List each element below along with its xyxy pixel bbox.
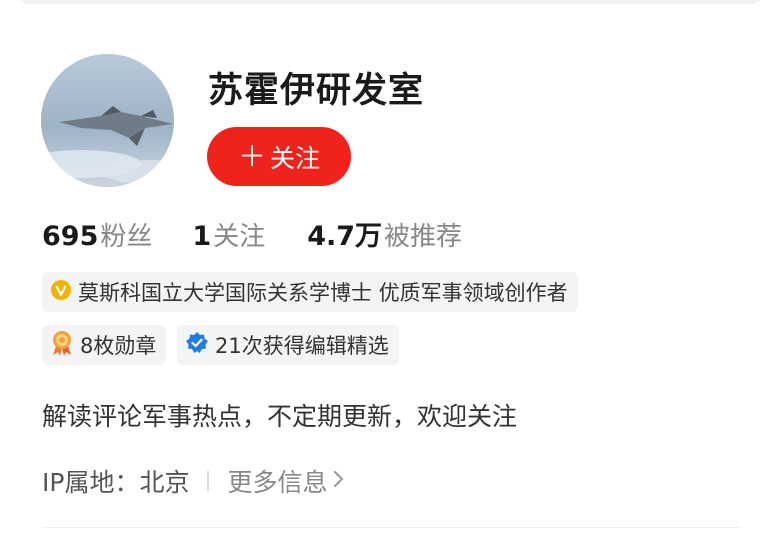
plus-icon: ＋ — [237, 140, 266, 172]
follow-label: 关注 — [270, 144, 321, 173]
stat-fans[interactable]: 695 粉丝 — [42, 216, 152, 253]
v-badge-icon — [50, 279, 72, 306]
featured-text: 21次获得编辑精选 — [215, 334, 389, 358]
bottom-divider — [42, 527, 740, 528]
profile-bio: 解读评论军事热点，不定期更新，欢迎关注 — [42, 402, 518, 431]
stat-fans-value: 695 — [42, 221, 99, 252]
verified-text: 莫斯科国立大学国际关系学博士 优质军事领域创作者 — [78, 281, 568, 305]
avatar[interactable] — [41, 54, 174, 187]
stat-following-label: 关注 — [213, 222, 266, 252]
ip-info-row: IP属地： 北京 更多信息 — [42, 463, 345, 499]
stats-row: 695 粉丝 1 关注 4.7万 被推荐 — [42, 214, 502, 253]
stat-following[interactable]: 1 关注 — [192, 216, 265, 253]
top-card-edge — [18, 0, 762, 4]
ip-label: IP属地： — [42, 468, 140, 497]
verified-badge[interactable]: 莫斯科国立大学国际关系学博士 优质军事领域创作者 — [42, 272, 578, 312]
follow-button[interactable]: ＋ 关注 — [207, 127, 351, 186]
page-title: 苏霍伊研发室 — [208, 71, 425, 111]
stat-recommended-label: 被推荐 — [384, 222, 463, 252]
stat-fans-label: 粉丝 — [100, 222, 153, 252]
stat-recommended[interactable]: 4.7万 被推荐 — [307, 214, 462, 253]
medal-icon — [50, 330, 74, 361]
chevron-right-icon — [333, 467, 345, 495]
more-info-link[interactable]: 更多信息 — [227, 463, 345, 499]
featured-chip[interactable]: 21次获得编辑精选 — [177, 325, 399, 365]
medals-text: 8枚勋章 — [80, 334, 157, 358]
stat-following-value: 1 — [192, 221, 212, 252]
fighter-jet-photo — [41, 54, 174, 187]
ip-location: 北京 — [139, 468, 190, 497]
stat-recommended-value: 4.7万 — [307, 221, 383, 252]
divider — [207, 471, 210, 491]
check-badge-icon — [185, 331, 209, 360]
medals-chip[interactable]: 8枚勋章 — [42, 325, 167, 365]
more-info-label: 更多信息 — [227, 468, 328, 497]
